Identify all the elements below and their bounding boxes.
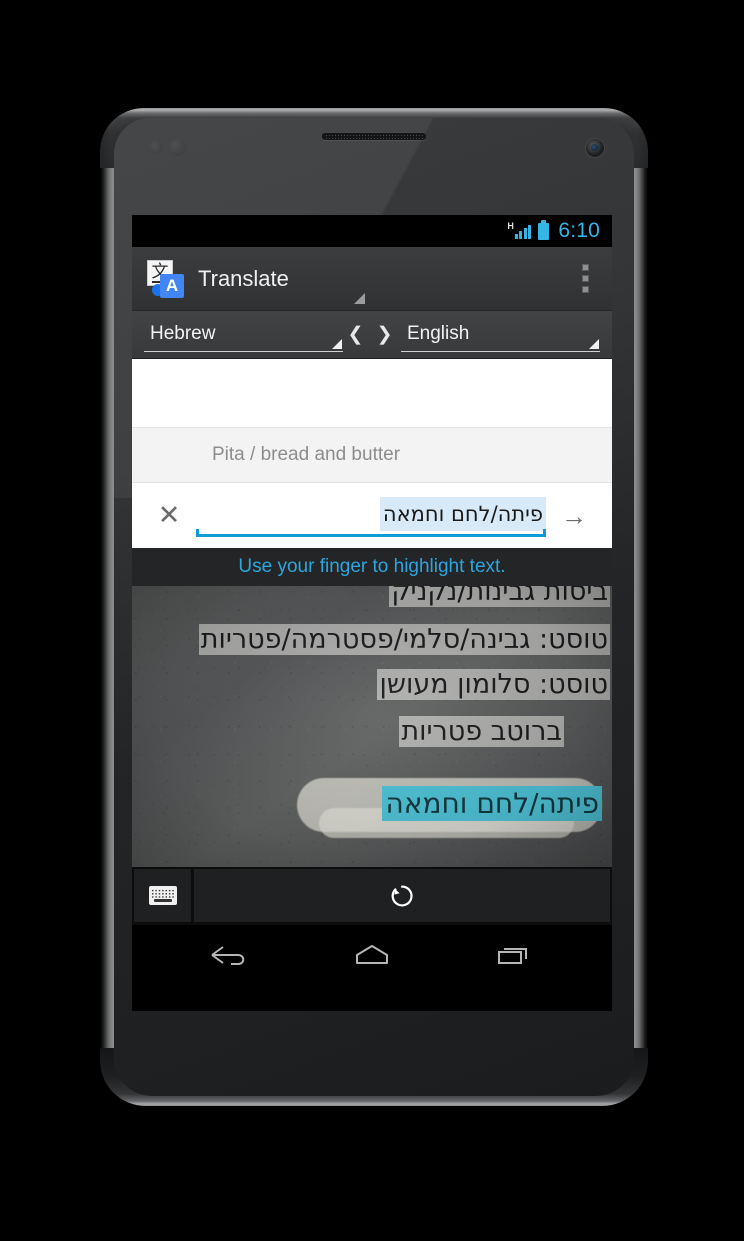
- earpiece-speaker-icon: [322, 132, 426, 140]
- camera-controls-bar: [132, 867, 612, 925]
- ocr-text-line[interactable]: ברוטב פטריות: [399, 716, 564, 747]
- ocr-text-line[interactable]: טוסט: גבינה/סלמי/פסטרמה/פטריות: [198, 624, 610, 655]
- light-sensor-icon: [169, 139, 186, 156]
- speaker-mesh: [325, 133, 423, 139]
- translate-input-value: פיתה/לחם וחמאה: [379, 496, 546, 531]
- highlight-hint-banner: Use your finger to highlight text.: [132, 548, 612, 586]
- actionbar-spinner-caret-icon[interactable]: [354, 293, 365, 304]
- text-input-row: ✕ פיתה/לחם וחמאה →: [132, 483, 612, 548]
- clear-x-icon[interactable]: ✕: [146, 502, 192, 529]
- target-language-label: English: [407, 323, 470, 344]
- translation-output-area[interactable]: [132, 359, 612, 428]
- source-language-label: Hebrew: [150, 323, 216, 344]
- screenshot-stage: H 6:10 文 A Translate Hebrew ❮ ❯ English …: [0, 0, 744, 1241]
- home-icon[interactable]: [348, 942, 396, 968]
- translate-badge-icon: A: [160, 273, 184, 298]
- android-navigation-bar: [132, 925, 612, 985]
- keyboard-icon: [148, 886, 177, 905]
- action-bar: 文 A Translate: [132, 247, 612, 311]
- source-language-spinner[interactable]: Hebrew: [144, 318, 343, 352]
- translate-app-icon: 文 A: [144, 259, 184, 298]
- proximity-sensor-icon: [150, 141, 163, 154]
- front-camera-icon: [586, 139, 604, 157]
- phone-screen: H 6:10 文 A Translate Hebrew ❮ ❯ English …: [132, 215, 612, 1011]
- camera-ocr-view[interactable]: ביסות גבינות/נקניק טוסט: גבינה/סלמי/פסטר…: [132, 586, 612, 867]
- battery-full-icon: [538, 219, 550, 240]
- translate-input-field[interactable]: פיתה/לחם וחמאה: [196, 493, 546, 539]
- translation-source-text: Pita / bread and butter: [212, 444, 401, 465]
- status-bar: H 6:10: [132, 215, 612, 247]
- back-icon[interactable]: [206, 942, 252, 968]
- rescan-button[interactable]: [194, 869, 610, 922]
- ocr-text-line[interactable]: טוסט: סלומון מעושן: [377, 669, 610, 700]
- network-type-label: H: [507, 221, 514, 231]
- submit-arrow-icon[interactable]: →: [550, 503, 598, 529]
- recents-icon[interactable]: [492, 942, 538, 968]
- ocr-text-line[interactable]: ביסות גבינות/נקניק: [389, 586, 610, 607]
- swap-languages-icon[interactable]: ❮ ❯: [343, 323, 401, 346]
- overflow-menu-icon[interactable]: [570, 264, 600, 293]
- keyboard-button[interactable]: [134, 869, 191, 922]
- highlighted-ocr-text[interactable]: פיתה/לחם וחמאה: [382, 786, 602, 821]
- status-clock: 6:10: [558, 219, 600, 242]
- language-selector-bar: Hebrew ❮ ❯ English: [132, 311, 612, 359]
- signal-bars-icon: [514, 224, 532, 239]
- translation-source-row[interactable]: Pita / bread and butter: [132, 428, 612, 483]
- refresh-rescan-icon: [389, 883, 415, 909]
- page-title: Translate: [198, 265, 289, 291]
- target-language-spinner[interactable]: English: [401, 318, 600, 352]
- input-underline: [196, 528, 546, 537]
